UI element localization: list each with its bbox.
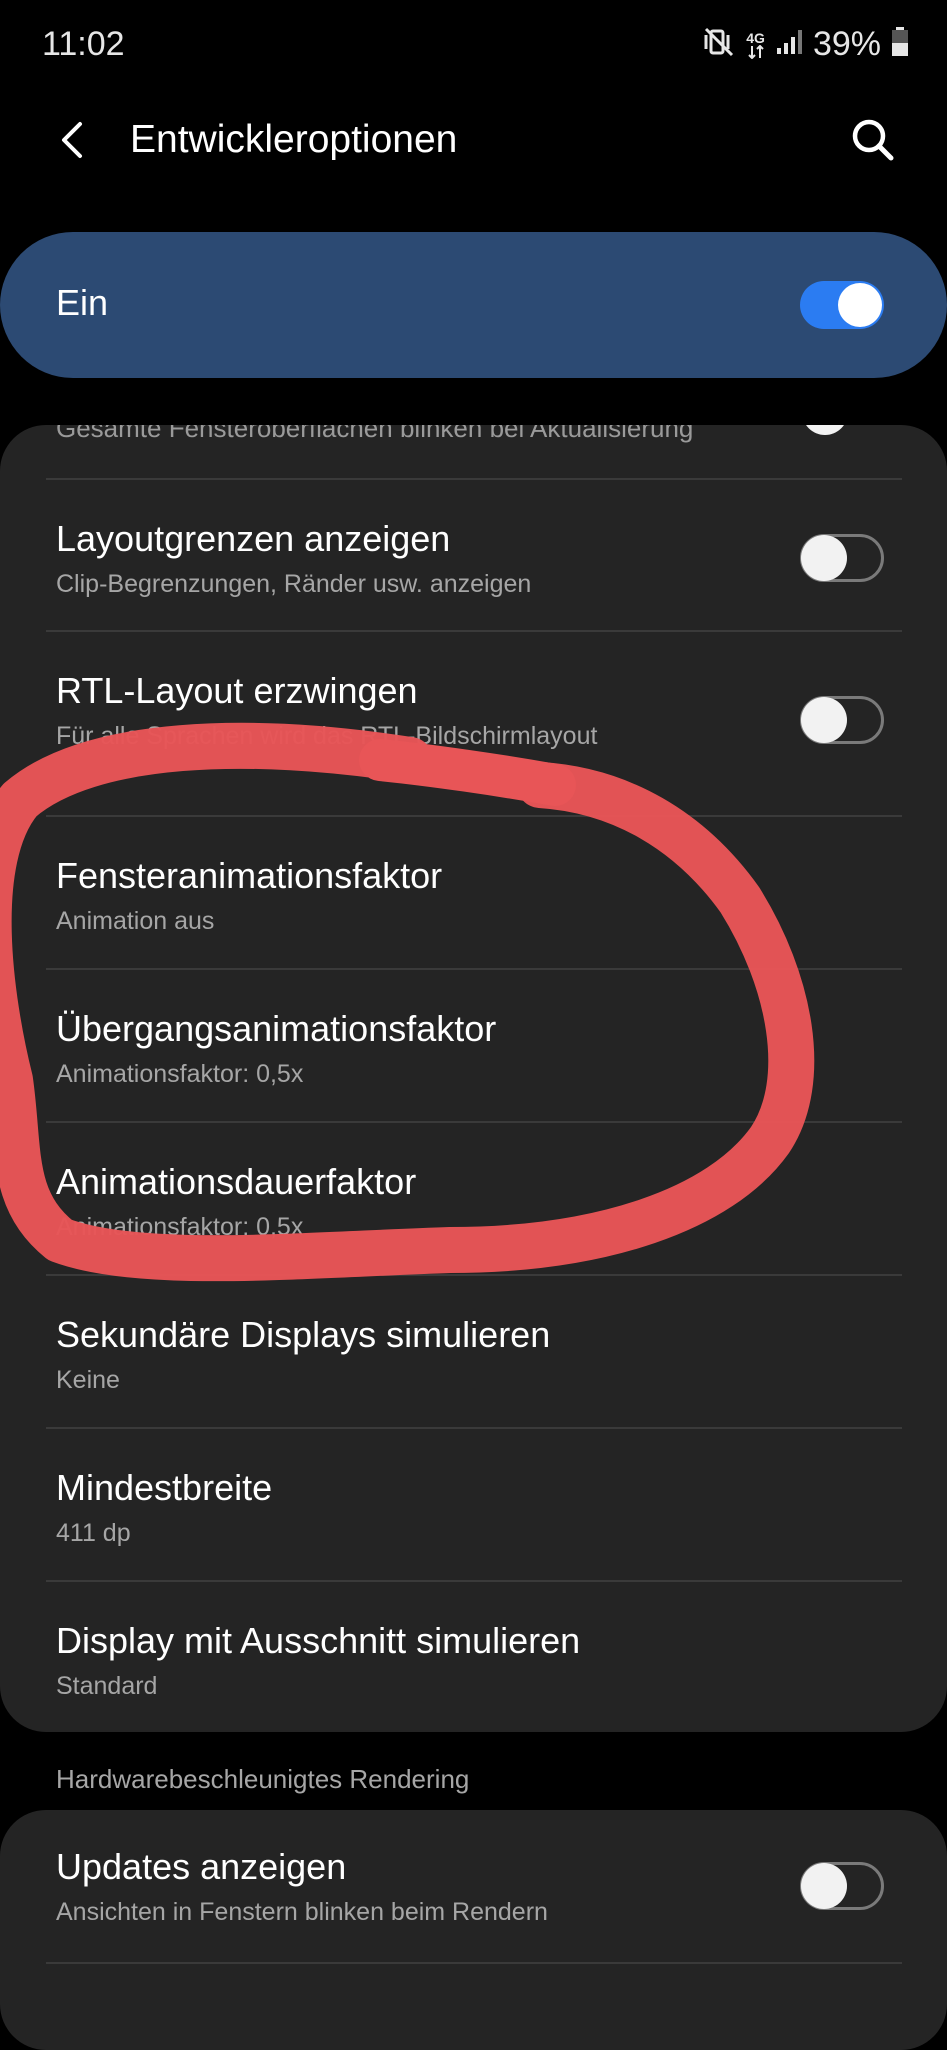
item-subtitle: Animationsfaktor: 0,5x <box>56 1213 304 1241</box>
status-icons: 4G 39% <box>702 25 909 64</box>
item-subtitle: Animation aus <box>56 907 215 935</box>
item-title: RTL-Layout erzwingen <box>56 670 418 711</box>
item-title: Animationsdauerfaktor <box>56 1161 417 1202</box>
item-title: Updates anzeigen <box>56 1846 347 1887</box>
battery-icon <box>891 27 909 62</box>
settings-card: Gesamte Fensteroberflächen blinken bei A… <box>0 425 947 1732</box>
master-toggle[interactable] <box>800 281 884 329</box>
item-subtitle: Ansichten in Fenstern blinken beim Rende… <box>56 1898 548 1926</box>
search-button[interactable] <box>847 114 899 166</box>
developer-options-master-switch[interactable]: Ein <box>0 232 947 378</box>
item-subtitle: Keine <box>56 1366 120 1394</box>
item-title: Layoutgrenzen anzeigen <box>56 518 451 559</box>
signal-icon <box>775 28 803 61</box>
item-subtitle: Animationsfaktor: 0,5x <box>56 1060 304 1088</box>
battery-percent: 39% <box>812 25 881 63</box>
toggle-knob <box>838 283 882 327</box>
page-title: Entwickleroptionen <box>130 118 458 161</box>
list-item-secondary-displays[interactable]: Sekundäre Displays simulieren Keine <box>0 1276 947 1426</box>
toggle-knob <box>801 1863 847 1909</box>
list-item-animator-duration-scale[interactable]: Animationsdauerfaktor Animationsfaktor: … <box>0 1123 947 1273</box>
item-subtitle: Standard <box>56 1672 158 1700</box>
list-item-transition-animation-scale[interactable]: Übergangsanimationsfaktor Animationsfakt… <box>0 970 947 1120</box>
item-title: Sekundäre Displays simulieren <box>56 1314 551 1355</box>
list-item-partial[interactable]: Gesamte Fensteroberflächen blinken bei A… <box>0 425 947 478</box>
item-title: Mindestbreite <box>56 1467 273 1508</box>
master-switch-label: Ein <box>56 282 109 323</box>
layout-bounds-toggle[interactable] <box>800 534 884 582</box>
list-item-minimum-width[interactable]: Mindestbreite 411 dp <box>0 1429 947 1579</box>
list-item-window-animation-scale[interactable]: Fensteranimationsfaktor Animation aus <box>0 817 947 967</box>
item-subtitle: Für alle Sprachen wird das RTL-Bildschir… <box>56 722 598 750</box>
app-bar: Entwickleroptionen <box>0 100 947 184</box>
item-subtitle: 411 dp <box>56 1519 131 1547</box>
divider <box>46 1962 902 1964</box>
item-subtitle: Gesamte Fensteroberflächen blinken bei A… <box>56 425 694 443</box>
item-title: Display mit Ausschnitt simulieren <box>56 1620 581 1661</box>
toggle-knob <box>801 535 847 581</box>
section-header-hardware-rendering: Hardwarebeschleunigtes Rendering <box>56 1764 470 1794</box>
back-arrow-icon <box>62 122 82 158</box>
list-item-layout-bounds[interactable]: Layoutgrenzen anzeigen Clip-Begrenzungen… <box>0 480 947 630</box>
list-item-show-updates[interactable]: Updates anzeigen Ansichten in Fenstern b… <box>0 1810 947 1962</box>
back-button[interactable] <box>48 114 100 166</box>
hardware-settings-card: Updates anzeigen Ansichten in Fenstern b… <box>0 1810 947 2050</box>
status-bar: 11:02 4G 39% <box>0 0 947 90</box>
search-icon <box>852 119 894 161</box>
status-time: 11:02 <box>42 25 125 63</box>
toggle-knob <box>802 425 848 435</box>
toggle-knob <box>801 697 847 743</box>
item-subtitle: Clip-Begrenzungen, Ränder usw. anzeigen <box>56 570 532 598</box>
force-rtl-toggle[interactable] <box>800 696 884 744</box>
item-title: Fensteranimationsfaktor <box>56 855 443 896</box>
mute-vibrate-icon <box>702 25 736 64</box>
show-updates-toggle[interactable] <box>800 1862 884 1910</box>
4g-data-icon: 4G <box>746 31 765 59</box>
item-title: Übergangsanimationsfaktor <box>56 1008 497 1049</box>
list-item-force-rtl[interactable]: RTL-Layout erzwingen Für alle Sprachen w… <box>0 632 947 812</box>
list-item-display-cutout[interactable]: Display mit Ausschnitt simulieren Standa… <box>0 1582 947 1732</box>
